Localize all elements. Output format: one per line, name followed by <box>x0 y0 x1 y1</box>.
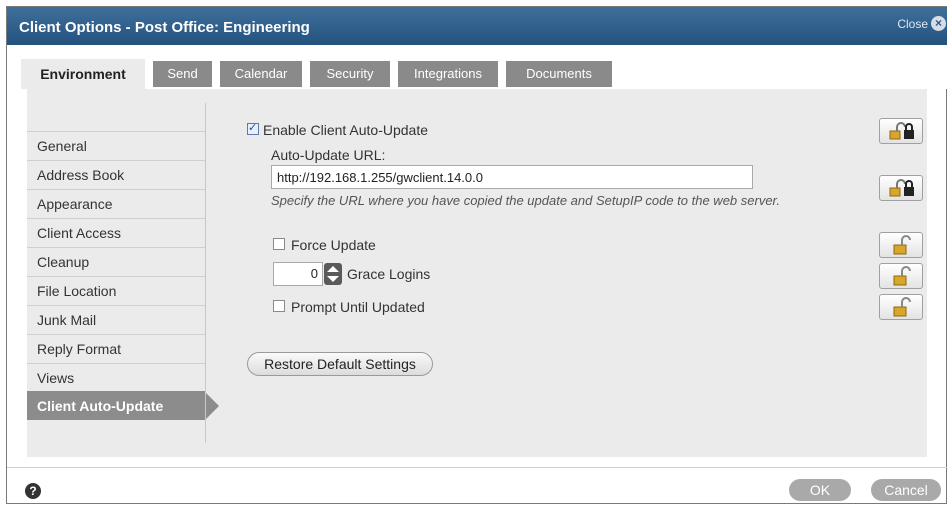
tab-environment[interactable]: Environment <box>21 59 145 89</box>
nav-divider <box>205 103 206 443</box>
settings-panel: General Address Book Appearance Client A… <box>27 89 927 457</box>
prompt-until-updated-label: Prompt Until Updated <box>291 299 425 315</box>
stepper-down-icon[interactable] <box>327 276 339 282</box>
sidebar-item-appearance[interactable]: Appearance <box>27 189 205 218</box>
checkmark-icon: ✓ <box>248 122 258 134</box>
tab-integrations[interactable]: Integrations <box>398 61 498 87</box>
footer-divider <box>7 467 947 468</box>
cancel-button[interactable]: Cancel <box>871 479 941 501</box>
sidebar-item-client-auto-update[interactable]: Client Auto-Update <box>27 391 219 420</box>
sidebar-nav: General Address Book Appearance Client A… <box>27 89 219 457</box>
sidebar-item-cleanup[interactable]: Cleanup <box>27 247 205 276</box>
grace-logins-stepper[interactable] <box>324 263 342 285</box>
force-update-checkbox[interactable] <box>273 238 285 250</box>
unlocked-padlock-icon <box>893 297 911 317</box>
sidebar-item-address-book[interactable]: Address Book <box>27 160 205 189</box>
help-icon[interactable]: ? <box>25 483 41 499</box>
enable-auto-update-label: Enable Client Auto-Update <box>263 122 428 138</box>
auto-update-url-hint: Specify the URL where you have copied th… <box>271 193 781 208</box>
close-link[interactable]: Close <box>897 17 928 31</box>
sidebar-item-label: Client Auto-Update <box>37 398 164 414</box>
lock-prompt-until-updated[interactable] <box>879 294 923 320</box>
close-x-icon[interactable]: × <box>931 16 946 31</box>
sidebar-item-file-location[interactable]: File Location <box>27 276 205 305</box>
tab-strip: Environment Send Calendar Security Integ… <box>7 45 947 89</box>
lock-grace-logins[interactable] <box>879 263 923 289</box>
auto-update-url-input[interactable] <box>271 165 753 189</box>
dialog-title: Client Options - Post Office: Engineerin… <box>19 19 310 36</box>
client-options-dialog: Client Options - Post Office: Engineerin… <box>6 6 947 504</box>
force-update-label: Force Update <box>291 237 376 253</box>
stepper-up-icon[interactable] <box>327 266 339 272</box>
tab-security[interactable]: Security <box>310 61 390 87</box>
restore-defaults-button[interactable]: Restore Default Settings <box>247 352 433 376</box>
lock-force-update[interactable] <box>879 232 923 258</box>
grace-logins-input[interactable]: 0 <box>273 262 323 286</box>
tab-send[interactable]: Send <box>153 61 212 87</box>
sidebar-item-general[interactable]: General <box>27 131 205 160</box>
sidebar-item-junk-mail[interactable]: Junk Mail <box>27 305 205 334</box>
unlocked-padlock-icon <box>893 266 911 286</box>
grace-logins-label: Grace Logins <box>347 266 431 282</box>
enable-auto-update-checkbox[interactable]: ✓ <box>247 122 259 135</box>
lock-enable-auto-update[interactable] <box>879 118 923 144</box>
ok-button[interactable]: OK <box>789 479 851 501</box>
locked-padlock-icon <box>889 122 914 140</box>
sidebar-item-client-access[interactable]: Client Access <box>27 218 205 247</box>
title-bar: Client Options - Post Office: Engineerin… <box>7 7 947 45</box>
auto-update-url-label: Auto-Update URL: <box>271 147 386 163</box>
lock-auto-update-url[interactable] <box>879 175 923 201</box>
tab-calendar[interactable]: Calendar <box>220 61 302 87</box>
prompt-until-updated-checkbox[interactable] <box>273 300 285 312</box>
sidebar-item-views[interactable]: Views <box>27 363 205 392</box>
unlocked-padlock-icon <box>893 235 911 255</box>
sidebar-item-reply-format[interactable]: Reply Format <box>27 334 205 363</box>
tab-documents[interactable]: Documents <box>506 61 612 87</box>
locked-padlock-icon <box>889 179 914 197</box>
active-arrow-icon <box>205 392 219 420</box>
